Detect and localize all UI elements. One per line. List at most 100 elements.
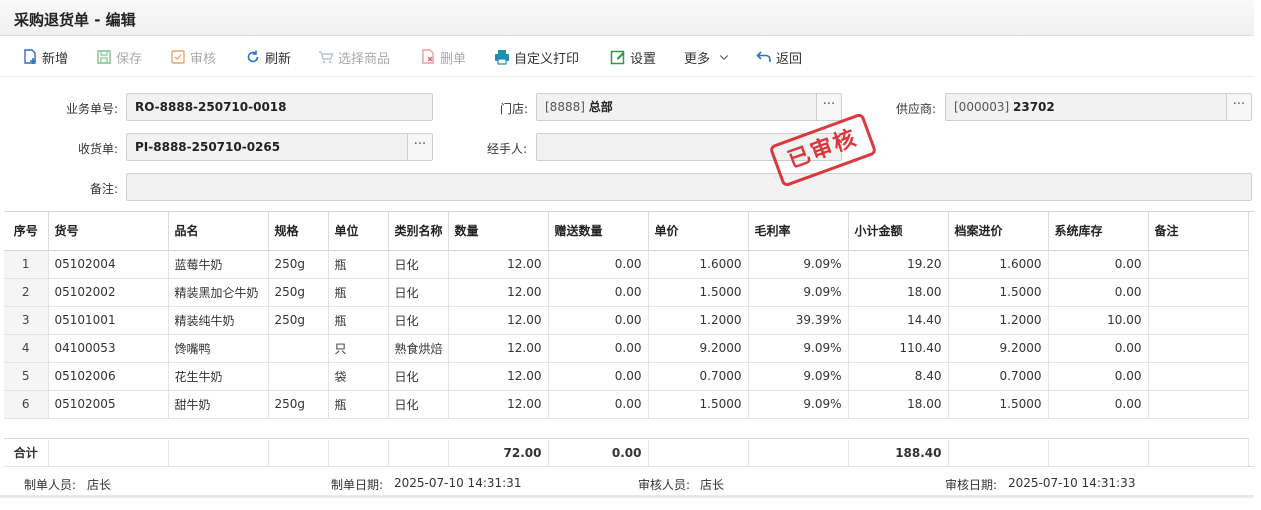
column-header-spec[interactable]: 规格 xyxy=(268,212,329,251)
cell-qty[interactable]: 12.00 xyxy=(448,362,549,391)
cell-remark[interactable] xyxy=(1148,250,1249,279)
cell-remark[interactable] xyxy=(1148,306,1249,335)
store-picker-button[interactable]: ··· xyxy=(816,93,842,121)
refresh-button[interactable]: 刷新 xyxy=(245,47,291,67)
supplier-field[interactable]: [000003] 23702 xyxy=(945,93,1227,121)
cell-name[interactable]: 花生牛奶 xyxy=(168,362,269,391)
cell-qty[interactable]: 12.00 xyxy=(448,390,549,419)
column-header-margin[interactable]: 毛利率 xyxy=(748,212,849,251)
column-header-index[interactable]: 序号 xyxy=(4,212,49,251)
cell-sku[interactable]: 05101001 xyxy=(48,306,169,335)
column-header-cost-price[interactable]: 档案进价 xyxy=(948,212,1049,251)
cell-margin[interactable]: 9.09% xyxy=(748,278,849,307)
cell-spec[interactable] xyxy=(268,334,329,363)
cell-margin[interactable]: 9.09% xyxy=(748,390,849,419)
cell-price[interactable]: 1.5000 xyxy=(648,278,749,307)
cell-stock[interactable]: 0.00 xyxy=(1048,278,1149,307)
cell-subtotal[interactable]: 18.00 xyxy=(848,390,949,419)
supplier-picker-button[interactable]: ··· xyxy=(1226,93,1252,121)
cell-stock[interactable]: 0.00 xyxy=(1048,334,1149,363)
cell-stock[interactable]: 0.00 xyxy=(1048,362,1149,391)
cell-sku[interactable]: 05102006 xyxy=(48,362,169,391)
cell-qty[interactable]: 12.00 xyxy=(448,306,549,335)
more-menu[interactable]: 更多 xyxy=(684,47,730,67)
cell-remark[interactable] xyxy=(1148,334,1249,363)
cell-category[interactable]: 日化 xyxy=(388,390,449,419)
cell-category[interactable]: 熟食烘焙 xyxy=(388,334,449,363)
cell-stock[interactable]: 10.00 xyxy=(1048,306,1149,335)
cell-price[interactable]: 9.2000 xyxy=(648,334,749,363)
column-header-unit[interactable]: 单位 xyxy=(328,212,389,251)
custom-print-button[interactable]: 自定义打印 xyxy=(494,47,579,67)
cell-margin[interactable]: 39.39% xyxy=(748,306,849,335)
cell-name[interactable]: 精装黑加仑牛奶 xyxy=(168,278,269,307)
column-header-subtotal[interactable]: 小计金额 xyxy=(848,212,949,251)
cell-spec[interactable] xyxy=(268,362,329,391)
column-header-name[interactable]: 品名 xyxy=(168,212,269,251)
table-row[interactable]: 3 05101001 精装纯牛奶 250g 瓶日化 12.00 0.00 1.2000 39.3… xyxy=(4,306,1249,335)
cell-spec[interactable]: 250g xyxy=(268,278,329,307)
cell-cost-price[interactable]: 1.5000 xyxy=(948,390,1049,419)
cell-spec[interactable]: 250g xyxy=(268,390,329,419)
cell-cost-price[interactable]: 0.7000 xyxy=(948,362,1049,391)
receipt-picker-button[interactable]: ··· xyxy=(407,133,433,161)
cell-cost-price[interactable]: 1.6000 xyxy=(948,250,1049,279)
receipt-field[interactable]: PI-8888-250710-0265 xyxy=(126,133,408,161)
table-row[interactable]: 2 05102002 精装黑加仑牛奶 250g 瓶日化 12.00 0.00 1.5000 9.… xyxy=(4,278,1249,307)
cell-price[interactable]: 1.6000 xyxy=(648,250,749,279)
cell-gift-qty[interactable]: 0.00 xyxy=(548,390,649,419)
cell-price[interactable]: 1.2000 xyxy=(648,306,749,335)
audit-button[interactable]: 审核 xyxy=(170,47,216,67)
column-header-sku[interactable]: 货号 xyxy=(48,212,169,251)
cell-category[interactable]: 日化 xyxy=(388,250,449,279)
column-header-stock[interactable]: 系统库存 xyxy=(1048,212,1149,251)
cell-margin[interactable]: 9.09% xyxy=(748,250,849,279)
cell-price[interactable]: 1.5000 xyxy=(648,390,749,419)
column-header-gift-qty[interactable]: 赠送数量 xyxy=(548,212,649,251)
cell-sku[interactable]: 05102002 xyxy=(48,278,169,307)
select-goods-button[interactable]: 选择商品 xyxy=(318,47,390,67)
cell-unit[interactable]: 袋 xyxy=(328,362,389,391)
cell-subtotal[interactable]: 8.40 xyxy=(848,362,949,391)
column-header-price[interactable]: 单价 xyxy=(648,212,749,251)
cell-category[interactable]: 日化 xyxy=(388,278,449,307)
cell-remark[interactable] xyxy=(1148,390,1249,419)
settings-button[interactable]: 设置 xyxy=(610,47,656,67)
cell-unit[interactable]: 只 xyxy=(328,334,389,363)
cell-gift-qty[interactable]: 0.00 xyxy=(548,278,649,307)
cell-category[interactable]: 日化 xyxy=(388,362,449,391)
cell-name[interactable]: 精装纯牛奶 xyxy=(168,306,269,335)
remark-field[interactable] xyxy=(126,173,1252,201)
cell-gift-qty[interactable]: 0.00 xyxy=(548,362,649,391)
cell-margin[interactable]: 9.09% xyxy=(748,362,849,391)
save-button[interactable]: 保存 xyxy=(96,47,142,67)
cell-sku[interactable]: 05102005 xyxy=(48,390,169,419)
table-row[interactable]: 1 05102004 蓝莓牛奶 250g 瓶日化 12.00 0.00 1.6000 9.09%… xyxy=(4,250,1249,279)
add-button[interactable]: 新增 xyxy=(22,47,68,67)
cell-subtotal[interactable]: 110.40 xyxy=(848,334,949,363)
cell-gift-qty[interactable]: 0.00 xyxy=(548,250,649,279)
store-field[interactable]: [8888] 总部 xyxy=(536,93,817,121)
cell-spec[interactable]: 250g xyxy=(268,250,329,279)
cell-unit[interactable]: 瓶 xyxy=(328,390,389,419)
cell-subtotal[interactable]: 19.20 xyxy=(848,250,949,279)
column-header-qty[interactable]: 数量 xyxy=(448,212,549,251)
column-header-remark[interactable]: 备注 xyxy=(1148,212,1249,251)
cell-sku[interactable]: 05102004 xyxy=(48,250,169,279)
cell-unit[interactable]: 瓶 xyxy=(328,278,389,307)
cell-stock[interactable]: 0.00 xyxy=(1048,250,1149,279)
cell-margin[interactable]: 9.09% xyxy=(748,334,849,363)
cell-name[interactable]: 馋嘴鸭 xyxy=(168,334,269,363)
cell-category[interactable]: 日化 xyxy=(388,306,449,335)
delete-order-button[interactable]: 删单 xyxy=(420,47,466,67)
cell-qty[interactable]: 12.00 xyxy=(448,278,549,307)
table-row[interactable]: 6 05102005 甜牛奶 250g 瓶日化 12.00 0.00 1.5000 9.09% 1… xyxy=(4,390,1249,419)
cell-gift-qty[interactable]: 0.00 xyxy=(548,306,649,335)
cell-price[interactable]: 0.7000 xyxy=(648,362,749,391)
cell-cost-price[interactable]: 1.2000 xyxy=(948,306,1049,335)
table-row[interactable]: 5 05102006 花生牛奶袋日化 12.00 0.00 0.7000 9.09% 8.40… xyxy=(4,362,1249,391)
cell-name[interactable]: 甜牛奶 xyxy=(168,390,269,419)
cell-qty[interactable]: 12.00 xyxy=(448,250,549,279)
back-button[interactable]: 返回 xyxy=(756,47,802,67)
cell-sku[interactable]: 04100053 xyxy=(48,334,169,363)
